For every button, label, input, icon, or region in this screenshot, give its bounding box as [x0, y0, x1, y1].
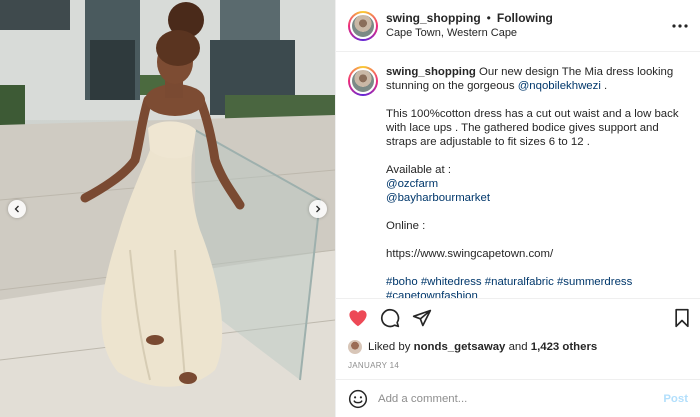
- caption-avatar-image: [350, 68, 376, 94]
- save-button[interactable]: [674, 308, 690, 328]
- likes-prefix: Liked by: [368, 341, 411, 353]
- mention-link-store-1[interactable]: @ozcfarm: [386, 177, 684, 191]
- caption-avatar[interactable]: [348, 66, 378, 96]
- caption-intro-end: .: [604, 80, 608, 92]
- more-icon: [672, 23, 688, 28]
- share-button[interactable]: [412, 308, 432, 328]
- mention-link-store-2[interactable]: @bayharbourmarket: [386, 191, 684, 205]
- emoji-button[interactable]: [348, 389, 368, 409]
- following-button[interactable]: Following: [497, 11, 553, 26]
- header-meta: swing_shopping • Following Cape Town, We…: [386, 11, 553, 41]
- comment-input[interactable]: [378, 392, 656, 405]
- caption-availability: Available at : @ozcfarm @bayharbourmarke…: [386, 163, 684, 205]
- next-image-button[interactable]: [309, 200, 327, 218]
- liker-avatar[interactable]: [348, 340, 362, 354]
- online-label: Online :: [386, 220, 426, 232]
- header-username[interactable]: swing_shopping: [386, 11, 481, 26]
- post-details-panel: swing_shopping • Following Cape Town, We…: [335, 0, 700, 417]
- emoji-icon: [348, 389, 368, 408]
- avatar[interactable]: [348, 10, 378, 41]
- header-row: swing_shopping • Following: [386, 11, 553, 26]
- bookmark-icon: [675, 308, 689, 328]
- caption-text: swing_shopping Our new design The Mia dr…: [386, 65, 684, 298]
- hashtags-line-1[interactable]: #boho #whitedress #naturalfabric #summer…: [386, 275, 684, 289]
- liker-username[interactable]: nonds_getsaway: [414, 341, 506, 353]
- comment-bar: Post: [336, 379, 700, 417]
- chevron-left-icon: [14, 205, 19, 213]
- share-icon: [412, 309, 432, 327]
- post-header: swing_shopping • Following Cape Town, We…: [336, 0, 700, 52]
- website-text: https://www.swingcapetown.com/: [386, 248, 554, 260]
- available-label: Available at :: [386, 164, 452, 176]
- caption-hashtags: #boho #whitedress #naturalfabric #summer…: [386, 275, 684, 298]
- caption-username[interactable]: swing_shopping: [386, 66, 476, 78]
- post-photo[interactable]: [0, 0, 335, 417]
- mention-link-model[interactable]: @nqobilekhwezi: [518, 80, 601, 92]
- instagram-post: swing_shopping • Following Cape Town, We…: [0, 0, 700, 417]
- caption-paragraph-2: This 100%cotton dress has a cut out wais…: [386, 108, 679, 148]
- action-bar: [336, 299, 700, 337]
- post-comment-button[interactable]: Post: [663, 393, 688, 405]
- likes-and: and: [508, 341, 528, 353]
- post-date: JANUARY 14: [348, 361, 400, 370]
- more-options-button[interactable]: [672, 23, 688, 28]
- likes-others-link[interactable]: 1,423 others: [531, 341, 597, 353]
- heart-icon: [349, 310, 367, 327]
- header-separator: •: [486, 10, 491, 25]
- location-link[interactable]: Cape Town, Western Cape: [386, 26, 553, 41]
- like-button[interactable]: [348, 309, 368, 327]
- comment-button[interactable]: [380, 308, 400, 328]
- hashtags-line-2[interactable]: #capetownfashion: [386, 289, 684, 298]
- post-photo-illustration: [0, 0, 335, 417]
- comment-icon: [380, 308, 400, 328]
- chevron-right-icon: [316, 205, 321, 213]
- previous-image-button[interactable]: [8, 200, 26, 218]
- likes-summary: Liked by nonds_getsaway and 1,423 others: [336, 337, 700, 357]
- avatar-image: [350, 12, 376, 39]
- caption-section: swing_shopping Our new design The Mia dr…: [336, 52, 700, 299]
- caption-paragraph-1: swing_shopping Our new design The Mia dr…: [386, 65, 684, 93]
